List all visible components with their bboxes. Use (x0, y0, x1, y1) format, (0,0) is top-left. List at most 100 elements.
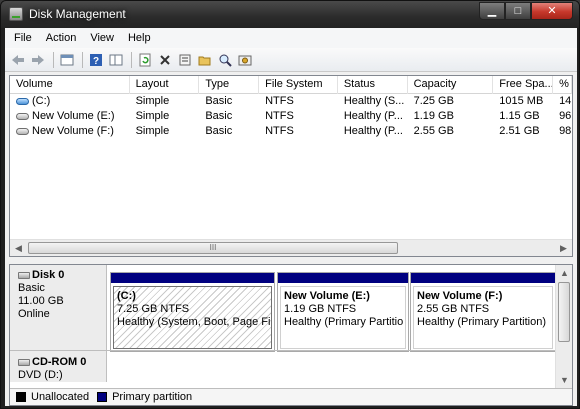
disk-type: Basic (18, 282, 45, 294)
column-header-layout[interactable]: Layout (130, 76, 200, 94)
toolbar-separator (82, 51, 83, 68)
menu-file[interactable]: File (7, 28, 39, 48)
scroll-up-arrow-icon[interactable]: ▲ (556, 265, 573, 281)
menu-view[interactable]: View (83, 28, 121, 48)
partition-status: Healthy (Primary Partitio (284, 316, 404, 328)
disk-icon (18, 272, 30, 279)
close-button[interactable]: ✕ (531, 2, 573, 20)
toolbar-separator (131, 51, 132, 68)
disk-graphical-pane: Disk 0 Basic 11.00 GB Online (C:) 7.25 G… (9, 264, 573, 406)
volume-row-e[interactable]: New Volume (E:) Simple Basic NTFS Health… (10, 109, 572, 124)
console-tree-icon[interactable] (58, 51, 76, 69)
primary-partition-bar (278, 273, 408, 283)
type-cell: Basic (205, 95, 233, 107)
layout-cell: Simple (135, 95, 170, 107)
column-header-percent-free[interactable]: % F (553, 76, 573, 94)
search-icon[interactable] (216, 51, 234, 69)
cdrom-name: CD-ROM 0 (32, 356, 87, 368)
partition-status: Healthy (Primary Partition) (417, 316, 546, 328)
type-cell: Basic (205, 110, 233, 122)
cdrom-0-row: CD-ROM 0 DVD (D:) (10, 350, 572, 382)
partition-size: 7.25 GB NTFS (117, 303, 190, 315)
partition-c[interactable]: (C:) 7.25 GB NTFS Healthy (System, Boot,… (110, 272, 275, 352)
title-bar[interactable]: Disk Management ▁ □ ✕ (1, 1, 579, 28)
toolbar: ? (5, 48, 577, 72)
percent-free-cell: 14 (559, 95, 572, 107)
volume-list-header: Volume Layout Type File System Status Ca… (10, 76, 573, 94)
capacity-cell: 2.55 GB (413, 125, 454, 137)
scroll-down-arrow-icon[interactable]: ▼ (556, 372, 573, 388)
toolbar-separator (53, 51, 54, 68)
legend-unallocated-label: Unallocated (31, 391, 90, 403)
delete-icon[interactable] (156, 51, 174, 69)
capacity-cell: 1.19 GB (413, 110, 454, 122)
menu-help[interactable]: Help (121, 28, 158, 48)
partition-size: 2.55 GB NTFS (417, 303, 490, 315)
primary-partition-bar (411, 273, 555, 283)
partition-name: New Volume (F:) (417, 290, 503, 302)
maximize-button[interactable]: □ (505, 2, 531, 20)
column-header-file-system[interactable]: File System (259, 76, 338, 94)
partition-e[interactable]: New Volume (E:) 1.19 GB NTFS Healthy (Pr… (277, 272, 409, 352)
system-volume-icon (16, 98, 29, 105)
disk-0-info[interactable]: Disk 0 Basic 11.00 GB Online (10, 265, 107, 350)
disk-state: Online (18, 308, 50, 320)
horizontal-scrollbar[interactable]: ◀ III ▶ (10, 239, 572, 256)
layout-cell: Simple (135, 125, 170, 137)
volume-row-f[interactable]: New Volume (F:) Simple Basic NTFS Health… (10, 124, 572, 139)
partition-f[interactable]: New Volume (F:) 2.55 GB NTFS Healthy (Pr… (410, 272, 556, 352)
partition-body: New Volume (E:) 1.19 GB NTFS Healthy (Pr… (280, 286, 406, 349)
column-header-free-space[interactable]: Free Spa... (493, 76, 554, 94)
type-cell: Basic (205, 125, 233, 137)
volume-list-pane: Volume Layout Type File System Status Ca… (9, 75, 573, 257)
properties-icon[interactable] (176, 51, 194, 69)
volume-row-c[interactable]: (C:) Simple Basic NTFS Healthy (S... 7.2… (10, 94, 572, 109)
volume-name-cell: (C:) (10, 94, 130, 109)
refresh-icon[interactable] (136, 51, 154, 69)
disk-name: Disk 0 (32, 269, 65, 281)
back-arrow-icon[interactable] (9, 51, 27, 69)
vertical-scrollbar[interactable]: ▲ ▼ (555, 265, 572, 389)
free-space-cell: 1015 MB (499, 95, 544, 107)
column-header-status[interactable]: Status (338, 76, 408, 94)
partition-status: Healthy (System, Boot, Page File (117, 316, 272, 328)
scroll-left-arrow-icon[interactable]: ◀ (10, 240, 27, 256)
primary-partition-swatch (97, 392, 108, 402)
volume-name-cell: New Volume (F:) (10, 124, 130, 139)
forward-arrow-icon[interactable] (29, 51, 47, 69)
unallocated-swatch (16, 392, 26, 402)
menu-action[interactable]: Action (39, 28, 84, 48)
volume-icon (16, 113, 29, 120)
window-title: Disk Management (29, 7, 126, 21)
column-header-capacity[interactable]: Capacity (408, 76, 494, 94)
caption-buttons: ▁ □ ✕ (479, 2, 573, 21)
show-pane-icon[interactable] (107, 51, 125, 69)
legend: Unallocated Primary partition (10, 388, 572, 405)
scrollbar-thumb[interactable]: III (28, 242, 398, 254)
cdrom-0-info[interactable]: CD-ROM 0 DVD (D:) (10, 351, 107, 382)
column-header-volume[interactable]: Volume (10, 76, 130, 94)
help-icon[interactable]: ? (87, 51, 105, 69)
primary-partition-bar (111, 273, 274, 283)
vertical-scrollbar-thumb[interactable] (558, 282, 570, 342)
disk-management-window: Disk Management ▁ □ ✕ File Action View H… (0, 0, 580, 409)
settings-icon[interactable] (236, 51, 254, 69)
layout-cell: Simple (135, 110, 170, 122)
minimize-button[interactable]: ▁ (479, 2, 505, 20)
percent-free-cell: 98 (559, 125, 572, 137)
file-system-cell: NTFS (265, 95, 294, 107)
percent-free-cell: 96 (559, 110, 572, 122)
status-cell: Healthy (P... (343, 110, 403, 122)
column-header-type[interactable]: Type (199, 76, 260, 94)
disk-management-app-icon[interactable] (9, 7, 23, 21)
partition-size: 1.19 GB NTFS (284, 303, 357, 315)
disk-size: 11.00 GB (18, 295, 64, 307)
partition-body: (C:) 7.25 GB NTFS Healthy (System, Boot,… (113, 286, 272, 349)
scroll-right-arrow-icon[interactable]: ▶ (555, 240, 572, 256)
open-folder-icon[interactable] (196, 51, 214, 69)
status-cell: Healthy (S... (343, 95, 405, 107)
status-cell: Healthy (P... (343, 125, 403, 137)
volume-name-cell: New Volume (E:) (10, 109, 130, 124)
legend-primary-label: Primary partition (112, 391, 193, 403)
cdrom-drive: DVD (D:) (18, 369, 63, 381)
